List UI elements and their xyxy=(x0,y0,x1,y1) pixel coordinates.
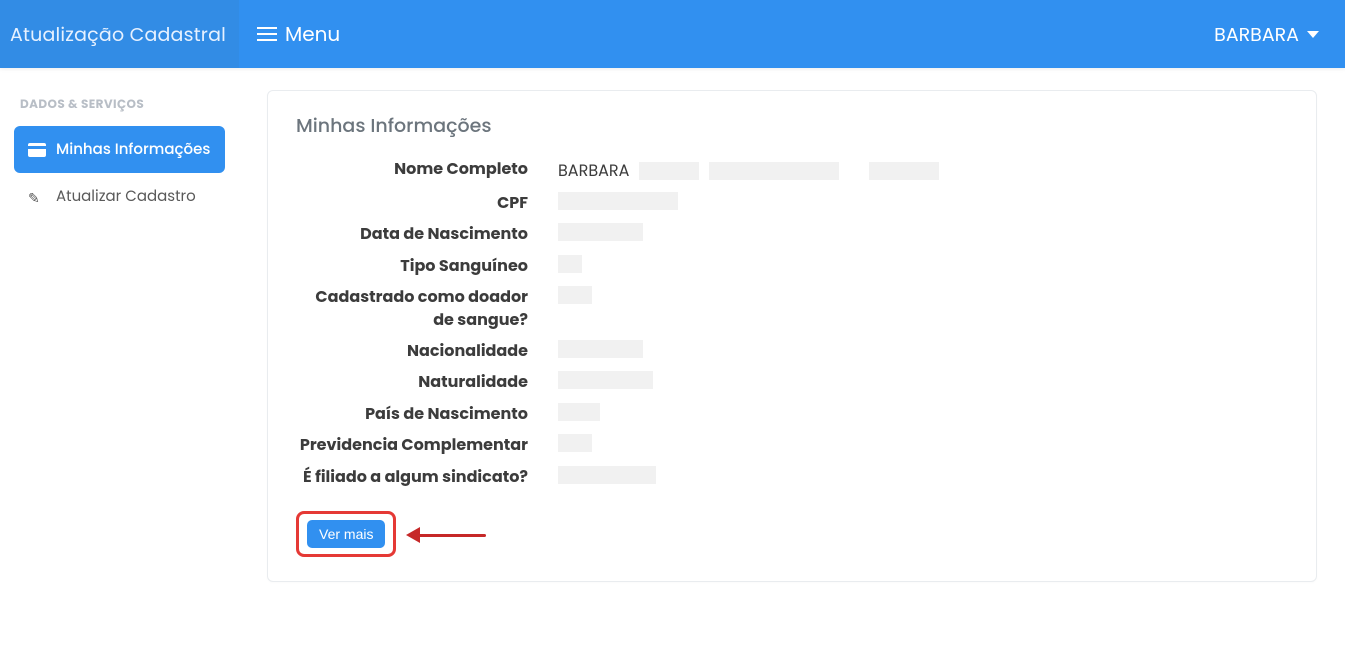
field-row: Data de Nascimento xyxy=(296,219,1288,249)
field-row: Previdencia Complementar xyxy=(296,430,1288,460)
field-row: Cadastrado como doador de sangue? xyxy=(296,282,1288,335)
redacted-block xyxy=(558,286,592,304)
field-label: CPF xyxy=(296,188,528,218)
redacted-block xyxy=(558,255,582,273)
field-row: CPF xyxy=(296,188,1288,218)
field-row: É filiado a algum sindicato? xyxy=(296,462,1288,492)
redacted-block xyxy=(558,223,643,241)
sidebar-item-label: Atualizar Cadastro xyxy=(56,185,196,208)
redacted-block xyxy=(639,162,699,180)
field-label: Naturalidade xyxy=(296,367,528,397)
pen-icon xyxy=(28,190,46,204)
field-label: Data de Nascimento xyxy=(296,219,528,249)
field-value xyxy=(558,430,592,456)
sidebar-section-title: DADOS & SERVIÇOS xyxy=(20,96,219,114)
field-value xyxy=(558,282,592,308)
sidebar-item-minhas-informacoes[interactable]: Minhas Informações xyxy=(14,126,225,173)
field-label: Nacionalidade xyxy=(296,336,528,366)
field-value xyxy=(558,367,653,393)
redacted-block xyxy=(558,403,600,421)
card-title: Minhas Informações xyxy=(296,111,1288,140)
field-row: Tipo Sanguíneo xyxy=(296,251,1288,281)
user-dropdown[interactable]: BARBARA xyxy=(1214,20,1319,49)
arrow-line xyxy=(416,534,486,537)
card-icon xyxy=(28,143,46,157)
see-more-wrap: Ver mais xyxy=(296,511,396,557)
main-content: Minhas Informações Nome Completo BARBARA… xyxy=(239,68,1345,604)
field-value xyxy=(558,188,678,214)
menu-toggle[interactable]: Menu xyxy=(257,19,340,49)
field-value xyxy=(558,399,600,425)
user-name: BARBARA xyxy=(1214,20,1299,49)
sidebar: DADOS & SERVIÇOS Minhas Informações Atua… xyxy=(0,68,239,604)
field-value xyxy=(558,336,643,362)
field-row: Nacionalidade xyxy=(296,336,1288,366)
value-text: BARBARA xyxy=(558,158,629,183)
field-value: BARBARA xyxy=(558,154,939,187)
sidebar-item-label: Minhas Informações xyxy=(56,138,210,161)
field-row: País de Nascimento xyxy=(296,399,1288,429)
redacted-block xyxy=(558,434,592,452)
brand-title: Atualização Cadastral xyxy=(0,0,239,68)
field-value xyxy=(558,219,643,245)
redacted-block xyxy=(558,371,653,389)
field-label: Previdencia Complementar xyxy=(296,430,528,460)
sidebar-item-atualizar-cadastro[interactable]: Atualizar Cadastro xyxy=(14,173,225,220)
field-row: Naturalidade xyxy=(296,367,1288,397)
redacted-block xyxy=(558,340,643,358)
field-label: Nome Completo xyxy=(296,154,528,184)
redacted-block xyxy=(558,192,678,210)
field-row: Nome Completo BARBARA xyxy=(296,154,1288,187)
redacted-block xyxy=(869,162,939,180)
field-value xyxy=(558,462,656,488)
redacted-block xyxy=(709,162,839,180)
topbar: Atualização Cadastral Menu BARBARA xyxy=(0,0,1345,68)
field-label: Cadastrado como doador de sangue? xyxy=(296,282,528,335)
see-more-button[interactable]: Ver mais xyxy=(307,520,385,548)
field-value xyxy=(558,251,582,277)
redacted-block xyxy=(558,466,656,484)
info-card: Minhas Informações Nome Completo BARBARA… xyxy=(267,90,1317,582)
caret-down-icon xyxy=(1307,31,1319,38)
field-label: Tipo Sanguíneo xyxy=(296,251,528,281)
field-label: País de Nascimento xyxy=(296,399,528,429)
highlight-ring: Ver mais xyxy=(296,511,396,557)
hamburger-icon xyxy=(257,33,277,35)
annotation-arrow xyxy=(406,525,486,545)
field-label: É filiado a algum sindicato? xyxy=(296,462,528,492)
menu-label: Menu xyxy=(285,19,340,49)
